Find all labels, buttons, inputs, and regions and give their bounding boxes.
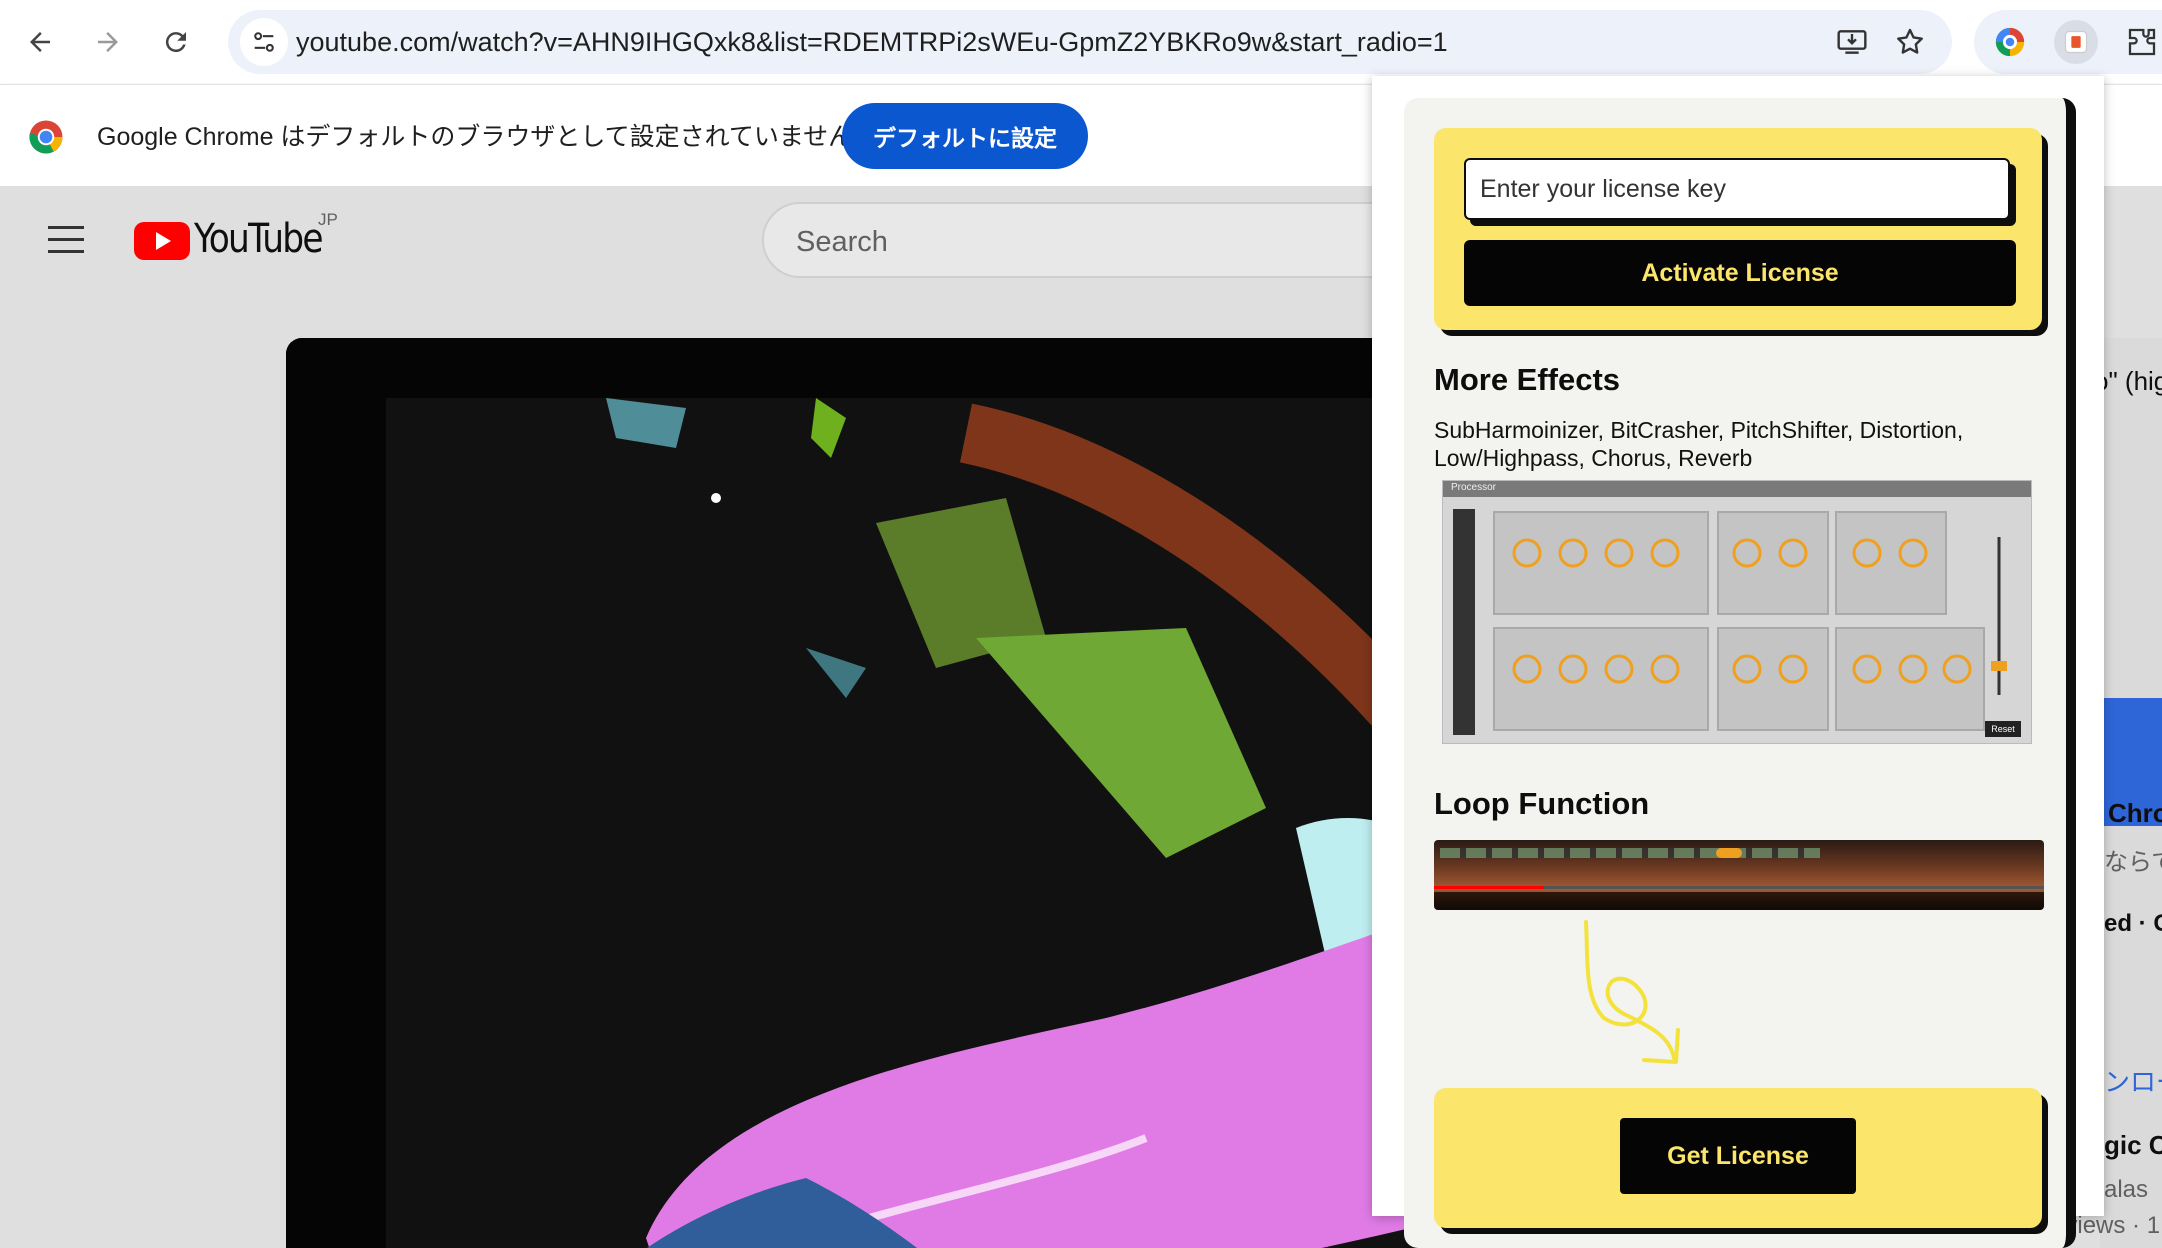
chrome-logo-icon	[29, 120, 63, 154]
more-effects-description: SubHarmoinizer, BitCrasher, PitchShifter…	[1434, 417, 1964, 471]
extension-active-button[interactable]	[2054, 20, 2098, 64]
sidebar-peek	[2100, 338, 2162, 1248]
forward-icon	[98, 32, 118, 52]
loop-handle	[1716, 848, 1742, 858]
set-default-button[interactable]: デフォルトに設定	[842, 103, 1088, 169]
license-card: Activate License	[1434, 128, 2042, 330]
loop-controls-bar	[1434, 892, 2044, 910]
sidebar-channel-4: alas	[2104, 1176, 2149, 1203]
back-button[interactable]	[12, 14, 68, 70]
guide-menu-button[interactable]	[48, 226, 84, 254]
hand-drawn-arrow-icon	[1584, 920, 1680, 1064]
loop-preview-image	[1434, 840, 2044, 910]
region-code: JP	[318, 210, 338, 229]
sidebar-title-4[interactable]: gic C	[2104, 1130, 2162, 1161]
compass-icon	[1995, 27, 2025, 57]
more-effects-title: More Effects	[1434, 362, 1621, 397]
knobs-graphic	[1512, 537, 2007, 695]
forward-button[interactable]	[80, 14, 136, 70]
install-app-button[interactable]	[1828, 18, 1876, 66]
popup-content: Activate License More Effects SubHarmoin…	[1404, 98, 2076, 1248]
back-icon	[30, 32, 50, 52]
get-license-button[interactable]: Get License	[1620, 1118, 1856, 1194]
extensions-area	[1974, 10, 2162, 74]
get-license-card: Get License	[1434, 1088, 2042, 1228]
reload-icon	[165, 32, 186, 53]
sidebar-sub-2: ならで	[2104, 849, 2162, 876]
site-info-icon	[254, 32, 274, 52]
browser-toolbar: youtube.com/watch?v=AHN9IHGQxk8&list=RDE…	[0, 0, 2162, 84]
sidebar-title-1[interactable]: o" (hig	[2094, 366, 2162, 397]
extensions-icon	[2128, 28, 2156, 56]
search-placeholder: Search	[796, 226, 888, 258]
youtube-wordmark[interactable]: YouTube	[194, 216, 324, 262]
extension-popup: Activate License More Effects SubHarmoin…	[1372, 76, 2104, 1248]
youtube-logo-icon[interactable]	[134, 222, 190, 260]
extensions-button[interactable]	[2120, 20, 2162, 64]
loop-markers	[1440, 848, 1820, 858]
url-text[interactable]: youtube.com/watch?v=AHN9IHGQxk8&list=RDE…	[296, 10, 1448, 74]
bookmark-button[interactable]	[1886, 18, 1934, 66]
reload-button[interactable]	[148, 14, 204, 70]
install-icon	[1837, 30, 1867, 54]
extension-app-icon	[2064, 30, 2088, 54]
hamburger-icon	[48, 250, 84, 253]
hamburger-icon	[48, 226, 84, 229]
sidebar-title-2[interactable]: Chro	[2108, 798, 2162, 829]
youtube-search-box[interactable]: Search	[762, 202, 1462, 278]
address-bar[interactable]: youtube.com/watch?v=AHN9IHGQxk8&list=RDE…	[228, 10, 1952, 74]
bookmark-star-icon	[1897, 28, 1923, 54]
site-info-button[interactable]	[240, 18, 288, 66]
license-key-input[interactable]	[1464, 158, 2010, 220]
extension-colorful[interactable]	[1988, 20, 2032, 64]
loop-function-title: Loop Function	[1434, 786, 1650, 821]
sidebar-meta-2: ed · G	[2104, 910, 2162, 937]
infobar-message: Google Chrome はデフォルトのブラウザとして設定されていません	[97, 123, 854, 151]
loop-progress-played	[1434, 886, 1544, 889]
effects-preview-image: Processor Reset	[1442, 480, 2032, 744]
activate-license-button[interactable]: Activate License	[1464, 240, 2016, 306]
hamburger-icon	[48, 238, 84, 241]
sidebar-title-3[interactable]: ンロー	[2104, 1062, 2162, 1099]
reset-button: Reset	[1985, 721, 2021, 737]
